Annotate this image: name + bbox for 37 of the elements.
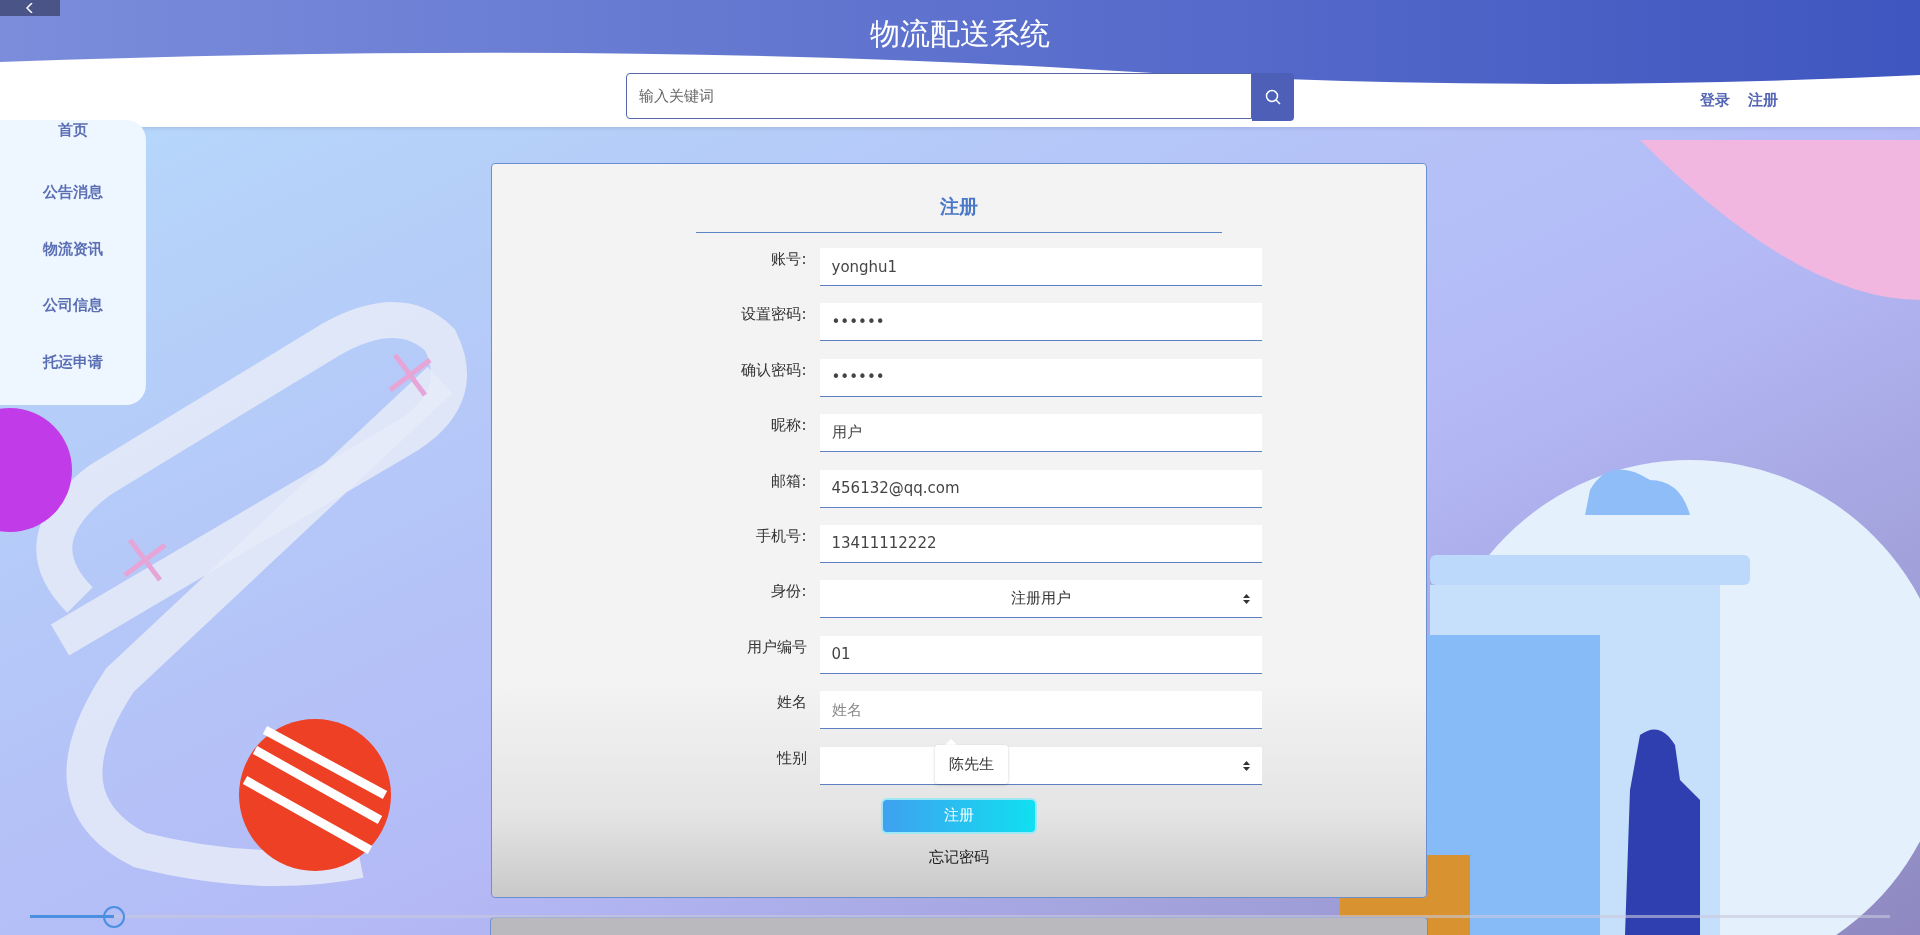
- field-label: 邮箱:: [770, 470, 807, 492]
- search-field[interactable]: 输入关键词: [626, 73, 1252, 119]
- slider-thumb[interactable]: [102, 906, 125, 928]
- field-label: 账号:: [770, 249, 807, 270]
- field-label: 姓名: [775, 692, 807, 714]
- input-field[interactable]: ••••••: [819, 303, 1262, 342]
- input-field[interactable]: 456132@qq.com: [819, 469, 1262, 508]
- field-label: 手机号:: [755, 525, 807, 547]
- input-field[interactable]: ••••••: [819, 358, 1262, 397]
- field-label: 身份:: [770, 581, 807, 603]
- sidebar-item[interactable]: 公告消息: [43, 177, 103, 235]
- sidebar-item[interactable]: 公司信息: [43, 291, 103, 349]
- forgot-password-link[interactable]: 忘记密码: [929, 847, 989, 867]
- field-label: 用户编号: [745, 636, 807, 658]
- chevron-left-icon: [26, 3, 34, 13]
- field-label: 确认密码:: [740, 359, 807, 381]
- input-field[interactable]: 01: [819, 635, 1262, 674]
- select-field[interactable]: 注册用户: [819, 580, 1262, 619]
- field-label: 设置密码:: [740, 304, 807, 326]
- field-label: 性别: [775, 747, 807, 769]
- input-field[interactable]: 姓名: [819, 691, 1262, 730]
- search-button[interactable]: [1252, 73, 1294, 121]
- field-label: 昵称:: [770, 415, 807, 437]
- sidebar-item[interactable]: 托运申请: [43, 348, 103, 405]
- sort-caret-icon: [1242, 594, 1250, 605]
- sort-caret-icon: [1242, 760, 1250, 771]
- input-field[interactable]: 13411112222: [819, 524, 1262, 563]
- sidebar-item[interactable]: 物流资讯: [43, 234, 103, 292]
- register-link[interactable]: 注册: [1748, 91, 1778, 110]
- form-title: 注册: [696, 194, 1222, 233]
- login-link[interactable]: 登录: [1700, 91, 1730, 110]
- search-icon: [1265, 89, 1281, 105]
- back-button[interactable]: [0, 0, 60, 16]
- input-field[interactable]: yonghu1: [819, 248, 1262, 286]
- site-title: 物流配送系统: [870, 15, 1050, 53]
- sidebar-item[interactable]: 首页: [58, 120, 88, 178]
- input-field[interactable]: 用户: [819, 414, 1262, 453]
